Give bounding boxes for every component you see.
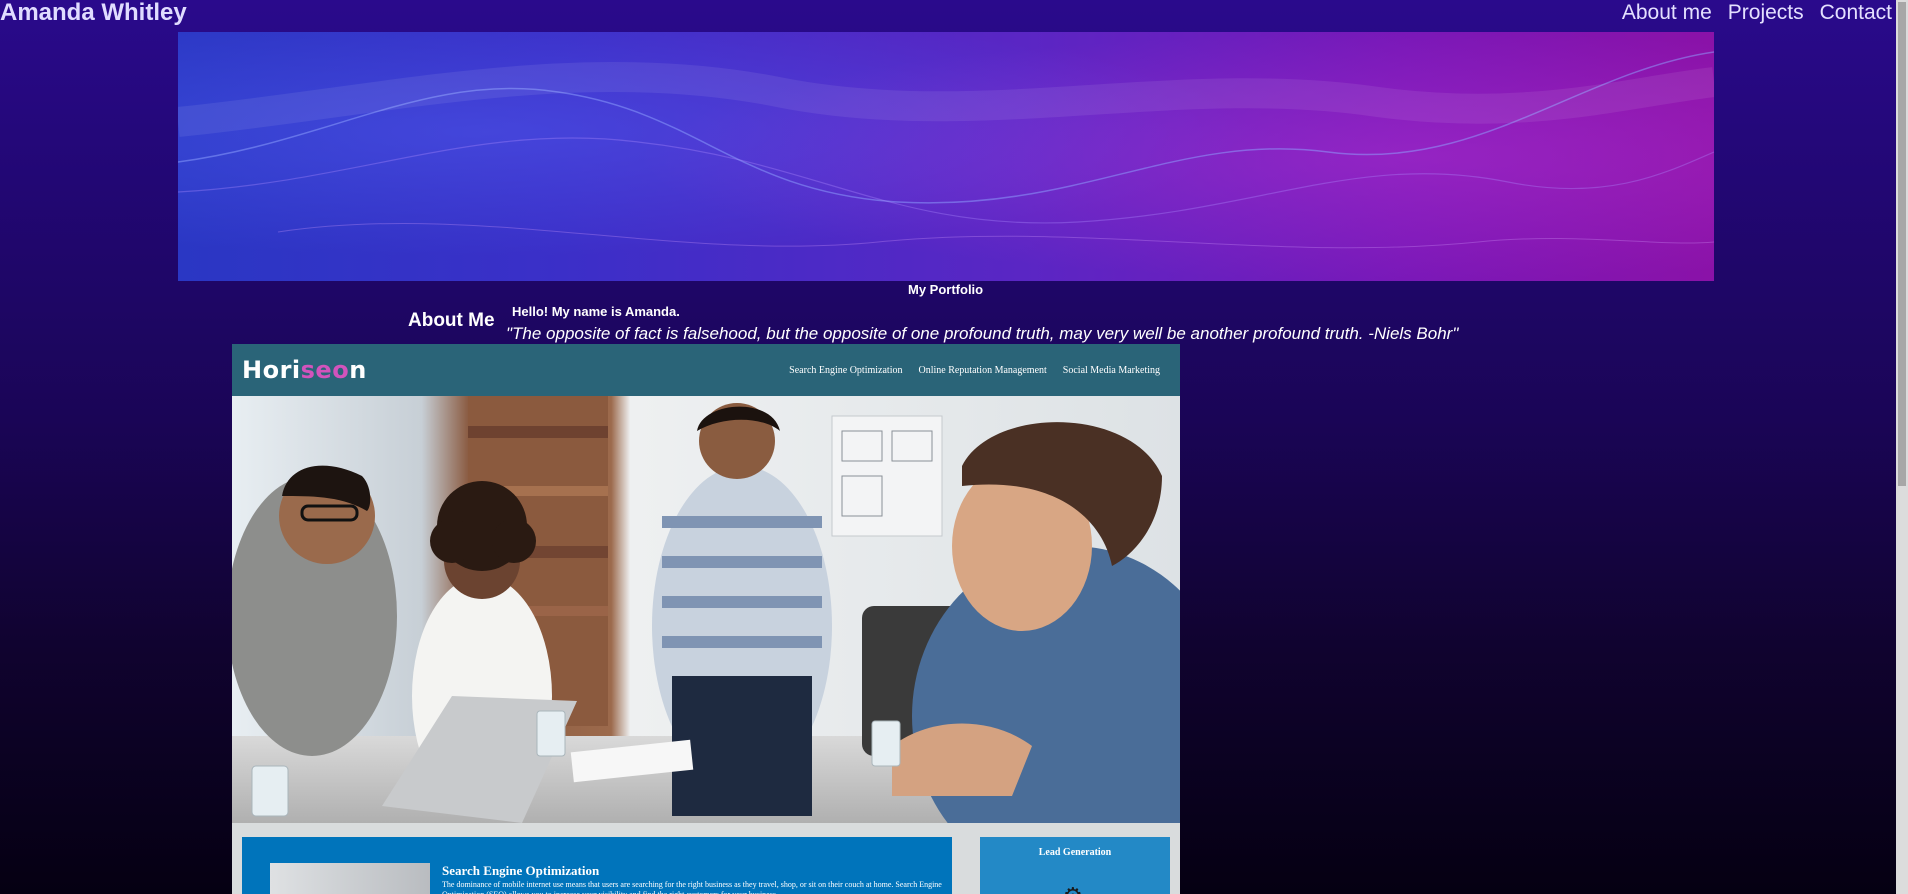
project-header: Horiseon Search Engine Optimization Onli…: [232, 344, 1180, 396]
project-nav-social: Social Media Marketing: [1062, 364, 1160, 376]
lead-generation-title: Lead Generation: [1038, 847, 1112, 858]
logo-text-n: n: [349, 356, 367, 384]
project-screenshot-horiseon[interactable]: Horiseon Search Engine Optimization Onli…: [232, 344, 1180, 894]
scrollbar-thumb[interactable]: [1898, 2, 1906, 486]
vertical-scrollbar[interactable]: [1896, 0, 1908, 894]
project-nav-seo: Search Engine Optimization: [789, 364, 903, 376]
project-nav: Search Engine Optimization Online Reputa…: [789, 365, 1160, 376]
logo-text-hori: Hori: [242, 356, 301, 384]
nav-link-about-me[interactable]: About me: [1622, 0, 1712, 26]
top-nav: About me Projects Contact: [1622, 0, 1892, 26]
about-quote: "The opposite of fact is falsehood, but …: [506, 324, 1459, 343]
portfolio-label: My Portfolio: [908, 282, 984, 297]
seo-block-title: Search Engine Optimization: [442, 863, 600, 878]
gear-icon: ⚙: [1063, 885, 1083, 894]
banner-wave-graphic: [178, 32, 1714, 281]
seo-thumbnail-image: [270, 863, 430, 894]
project-hero-image: [232, 396, 1180, 823]
project-lead-block: Lead Generation ⚙: [980, 837, 1170, 894]
site-title: Amanda Whitley: [0, 0, 187, 26]
about-intro: Hello! My name is Amanda.: [512, 304, 680, 319]
project-bottom-section: Search Engine Optimization The dominance…: [232, 823, 1180, 894]
nav-link-contact[interactable]: Contact: [1820, 0, 1892, 26]
project-nav-reputation: Online Reputation Management: [918, 364, 1047, 376]
horiseon-logo: Horiseon: [242, 356, 367, 384]
team-meeting-photo: [232, 396, 1180, 823]
project-seo-block: Search Engine Optimization The dominance…: [242, 837, 952, 894]
nav-link-projects[interactable]: Projects: [1728, 0, 1804, 26]
about-heading: About Me: [408, 310, 495, 331]
seo-block-body: The dominance of mobile internet use mea…: [442, 880, 942, 894]
hero-banner: [178, 32, 1714, 281]
logo-text-seo: seo: [300, 356, 350, 384]
